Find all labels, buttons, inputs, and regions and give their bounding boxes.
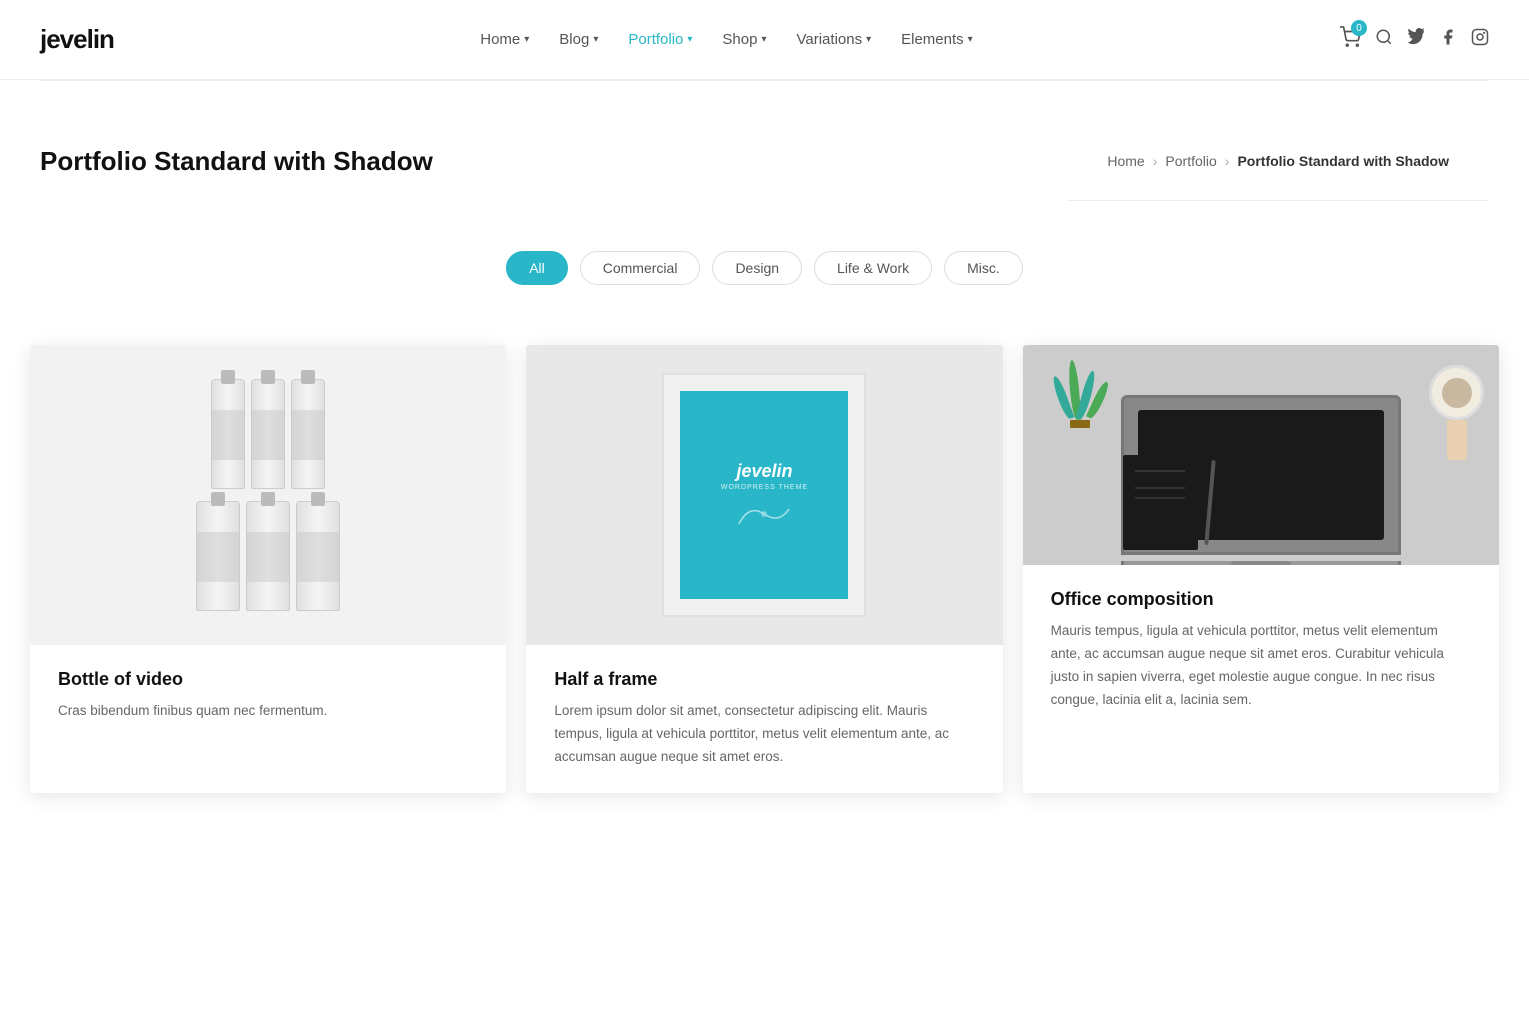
nav-item-blog[interactable]: Blog ▾ [559, 31, 598, 48]
chevron-down-icon: ▾ [866, 34, 871, 45]
breadcrumb-section: Portfolio Standard with Shadow Home › Po… [0, 81, 1529, 221]
filter-commercial[interactable]: Commercial [580, 251, 701, 285]
nav-item-elements[interactable]: Elements ▾ [901, 31, 973, 48]
notebook-decoration [1123, 455, 1198, 550]
chevron-down-icon: ▾ [687, 34, 692, 45]
portfolio-grid: Bottle of video Cras bibendum finibus qu… [0, 325, 1529, 843]
main-nav: jevelin Home ▾ Blog ▾ Portfolio ▾ Shop ▾ [0, 0, 1529, 80]
nav-item-shop[interactable]: Shop ▾ [722, 31, 766, 48]
chevron-down-icon: ▾ [593, 34, 598, 45]
brand-logo[interactable]: jevelin [40, 24, 114, 55]
card-content-office: Office composition Mauris tempus, ligula… [1023, 565, 1499, 736]
nav-links: Home ▾ Blog ▾ Portfolio ▾ Shop ▾ Variati [480, 31, 972, 48]
portfolio-card-office: Office composition Mauris tempus, ligula… [1023, 345, 1499, 793]
breadcrumb-portfolio[interactable]: Portfolio [1165, 153, 1216, 169]
breadcrumb: Home › Portfolio › Portfolio Standard wi… [1067, 121, 1489, 201]
card-content-frame: Half a frame Lorem ipsum dolor sit amet,… [526, 645, 1002, 793]
breadcrumb-sep-2: › [1225, 153, 1230, 169]
card-image-office [1023, 345, 1499, 565]
cart-button[interactable]: 0 [1339, 26, 1361, 53]
card-title-office: Office composition [1051, 589, 1471, 610]
breadcrumb-sep-1: › [1153, 153, 1158, 169]
chevron-down-icon: ▾ [761, 34, 766, 45]
card-title-frame: Half a frame [554, 669, 974, 690]
filter-misc[interactable]: Misc. [944, 251, 1023, 285]
filter-all[interactable]: All [506, 251, 568, 285]
nav-item-home[interactable]: Home ▾ [480, 31, 529, 48]
portfolio-card-frame: jevelin WORDPRESS THEME Half a frame Lor… [526, 345, 1002, 793]
card-title-bottle: Bottle of video [58, 669, 478, 690]
frame-illustration: jevelin WORDPRESS THEME [664, 375, 864, 615]
card-desc-office: Mauris tempus, ligula at vehicula portti… [1051, 620, 1471, 712]
card-desc-bottle: Cras bibendum finibus quam nec fermentum… [58, 700, 478, 723]
search-button[interactable] [1375, 28, 1393, 51]
chevron-down-icon: ▾ [524, 34, 529, 45]
bottles-illustration [30, 345, 506, 645]
chevron-down-icon: ▾ [968, 34, 973, 45]
twitter-button[interactable] [1407, 28, 1425, 51]
cart-count-badge: 0 [1351, 20, 1367, 36]
breadcrumb-home[interactable]: Home [1107, 153, 1144, 169]
nav-icons: 0 [1339, 26, 1489, 53]
breadcrumb-current: Portfolio Standard with Shadow [1237, 153, 1449, 169]
facebook-button[interactable] [1439, 28, 1457, 51]
nav-item-variations[interactable]: Variations ▾ [797, 31, 872, 48]
instagram-button[interactable] [1471, 28, 1489, 51]
nav-item-portfolio[interactable]: Portfolio ▾ [628, 31, 692, 48]
filter-section: All Commercial Design Life & Work Misc. [0, 221, 1529, 325]
filter-design[interactable]: Design [712, 251, 802, 285]
portfolio-card-bottle: Bottle of video Cras bibendum finibus qu… [30, 345, 506, 793]
card-image-frame: jevelin WORDPRESS THEME [526, 345, 1002, 645]
card-desc-frame: Lorem ipsum dolor sit amet, consectetur … [554, 700, 974, 769]
card-image-bottle [30, 345, 506, 645]
plant-decoration [1053, 360, 1108, 440]
card-content-bottle: Bottle of video Cras bibendum finibus qu… [30, 645, 506, 747]
page-title: Portfolio Standard with Shadow [40, 146, 433, 177]
cup-decoration [1429, 365, 1484, 460]
filter-life-work[interactable]: Life & Work [814, 251, 932, 285]
